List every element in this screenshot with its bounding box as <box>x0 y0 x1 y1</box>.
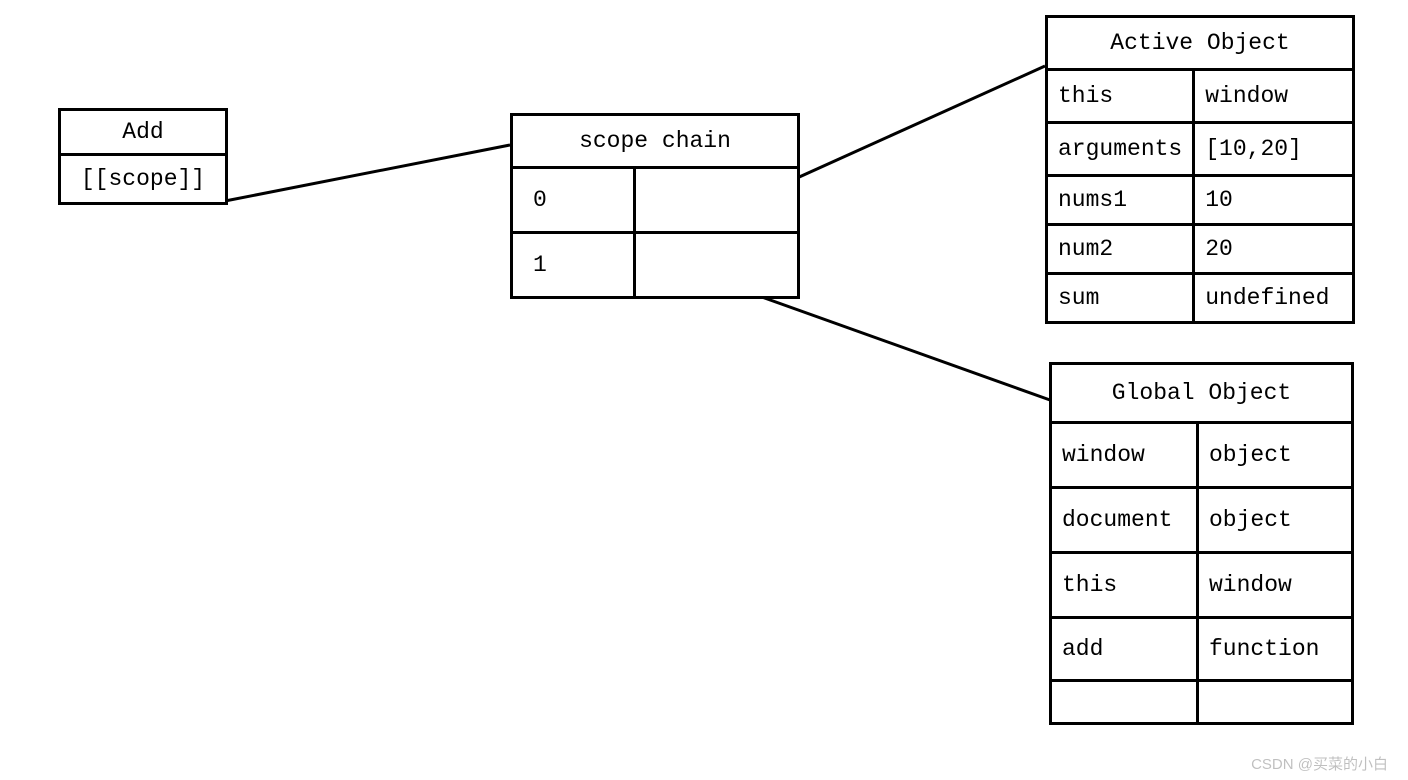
ao-k1: arguments <box>1048 130 1192 168</box>
scope-chain-index-1: 1 <box>513 246 557 284</box>
ao-v3: 20 <box>1195 230 1243 268</box>
scope-chain-box: scope chain 0 1 <box>510 113 800 299</box>
go-k1: document <box>1052 501 1182 539</box>
scope-chain-ref-0 <box>635 168 799 233</box>
scope-chain-ref-1 <box>635 233 799 298</box>
go-v1: object <box>1199 501 1302 539</box>
go-k4 <box>1052 696 1072 708</box>
ao-k2: nums1 <box>1048 181 1137 219</box>
scope-chain-index-0: 0 <box>513 181 557 219</box>
ao-k3: num2 <box>1048 230 1123 268</box>
go-k2: this <box>1052 566 1127 604</box>
ao-v4: undefined <box>1195 279 1339 317</box>
go-k0: window <box>1052 436 1155 474</box>
go-k3: add <box>1052 630 1113 668</box>
go-v2: window <box>1199 566 1302 604</box>
ao-k0: this <box>1048 77 1123 115</box>
global-object-box: Global Object window object document obj… <box>1049 362 1354 725</box>
scope-chain-title: scope chain <box>569 122 741 160</box>
ao-v2: 10 <box>1195 181 1243 219</box>
active-object-box: Active Object this window arguments [10,… <box>1045 15 1355 324</box>
go-v3: function <box>1199 630 1329 668</box>
go-v0: object <box>1199 436 1302 474</box>
ao-k4: sum <box>1048 279 1109 317</box>
add-box: Add [[scope]] <box>58 108 228 205</box>
active-object-title: Active Object <box>1100 24 1299 62</box>
ao-v1: [10,20] <box>1195 130 1312 168</box>
ao-v0: window <box>1195 77 1298 115</box>
add-scope-row: [[scope]] <box>71 160 215 198</box>
add-title: Add <box>112 113 173 151</box>
go-v4 <box>1199 696 1219 708</box>
global-object-title: Global Object <box>1102 374 1301 412</box>
watermark: CSDN @买菜的小白 <box>1251 753 1388 774</box>
